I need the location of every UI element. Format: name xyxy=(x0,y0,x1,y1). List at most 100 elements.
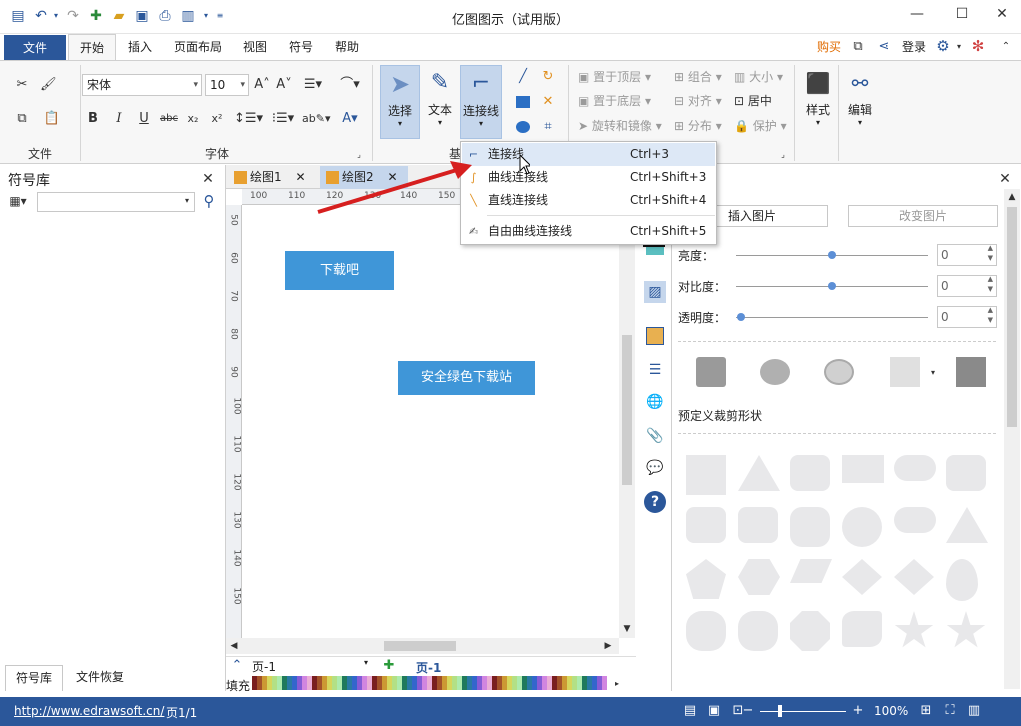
style-button[interactable]: ⬛ 样式 ▾ xyxy=(798,65,838,139)
arrange-dialog-launcher-icon[interactable]: ⌟ xyxy=(778,147,788,163)
effect-dropdown-icon[interactable]: ▾ xyxy=(928,365,938,381)
crop-shape-triangle[interactable] xyxy=(738,455,780,491)
save-icon[interactable]: ▣ xyxy=(134,8,150,24)
app-icon[interactable]: ▤ xyxy=(10,8,26,24)
shape-safe-download-site[interactable]: 安全绿色下载站 xyxy=(398,361,535,395)
crop-shape-diamond[interactable] xyxy=(842,559,882,595)
crop-shape-square[interactable] xyxy=(686,455,726,495)
zoom-knob[interactable] xyxy=(778,705,782,717)
select-button[interactable]: ➤ 选择 ▾ xyxy=(380,65,420,139)
crop-shape-triangle[interactable] xyxy=(946,507,988,543)
crop-shape-rounded[interactable] xyxy=(946,455,986,491)
search-dropdown-icon[interactable]: ▾ xyxy=(182,193,192,209)
shape-xiazaiba[interactable]: 下载吧 xyxy=(285,251,394,290)
color-palette[interactable] xyxy=(252,676,607,690)
cross-tool-icon[interactable]: ✕ xyxy=(540,94,556,110)
tab-page-layout[interactable]: 页面布局 xyxy=(168,34,228,60)
page-icon[interactable]: ☰ xyxy=(644,359,666,381)
page-select[interactable]: 页-1 ▾ xyxy=(252,658,370,676)
crop-shape-ellipse[interactable] xyxy=(894,507,936,533)
scroll-right-icon[interactable]: ▶ xyxy=(602,638,614,654)
help-icon[interactable]: ? xyxy=(644,491,666,513)
spin-arrows-icon[interactable]: ▲ ▼ xyxy=(988,274,993,294)
crop-shape-pentagon[interactable] xyxy=(686,559,726,599)
ellipse-tool-icon[interactable] xyxy=(516,121,530,133)
crop-shape-star[interactable] xyxy=(894,611,934,648)
format-painter-icon[interactable]: 🖌 xyxy=(40,77,57,93)
maximize-button[interactable]: ☐ xyxy=(947,6,977,26)
crop-shape-rounded[interactable] xyxy=(738,507,778,543)
scroll-down-icon[interactable]: ▼ xyxy=(619,621,635,637)
image-effect-4-icon[interactable] xyxy=(890,357,920,387)
image-effect-5-icon[interactable] xyxy=(956,357,986,387)
fit-width-icon[interactable]: ▣ xyxy=(706,703,722,719)
copy-icon[interactable]: ⧉ xyxy=(14,111,30,127)
crop-shape-rounded[interactable] xyxy=(686,507,726,543)
line-spacing-icon[interactable]: ↕☰▾ xyxy=(234,111,263,127)
close-icon[interactable]: ✕ xyxy=(295,170,305,184)
bring-to-front-button[interactable]: ▣ 置于顶层 ▾ xyxy=(578,69,668,85)
share-icon[interactable]: ⋖ xyxy=(876,39,892,55)
crop-shape-rounded[interactable] xyxy=(790,455,830,491)
crop-shape-pill[interactable] xyxy=(894,455,936,481)
brightness-knob[interactable] xyxy=(828,251,836,259)
protect-button[interactable]: 🔒 保护 ▾ xyxy=(734,118,790,134)
collapse-ribbon-icon[interactable]: ⌃ xyxy=(998,39,1014,55)
scroll-left-icon[interactable]: ◀ xyxy=(228,638,240,654)
crop-tool-icon[interactable]: ⌗ xyxy=(540,119,556,135)
scrollbar-thumb[interactable] xyxy=(622,335,632,485)
doc-tab-1[interactable]: 绘图1 ✕ xyxy=(228,166,316,189)
strikethrough-icon[interactable]: abc xyxy=(160,111,178,127)
connector-button[interactable]: ⌐ 连接线 ▾ xyxy=(460,65,502,139)
vertical-scrollbar[interactable]: ▼ xyxy=(619,205,635,638)
fullscreen-icon[interactable]: ⛶ xyxy=(942,703,958,719)
crop-shape-rect[interactable] xyxy=(842,455,884,483)
page-tab[interactable]: 页-1 xyxy=(416,659,441,676)
search-icon[interactable]: ⚲ xyxy=(200,193,218,209)
print-icon[interactable]: ⎙ xyxy=(157,8,173,24)
tab-help[interactable]: 帮助 xyxy=(328,34,366,60)
align-icon[interactable]: ☰▾ xyxy=(302,77,324,93)
line-tool-icon[interactable]: ╱ xyxy=(515,69,531,85)
font-name-combo[interactable]: 宋体 ▾ xyxy=(82,74,202,96)
attachment-icon[interactable]: 📎 xyxy=(644,425,666,447)
spin-arrows-icon[interactable]: ▲ ▼ xyxy=(988,305,993,325)
collapse-icon[interactable]: ⌃ xyxy=(230,658,244,674)
crop-shape-hexagon[interactable] xyxy=(738,559,780,595)
transparency-knob[interactable] xyxy=(737,313,745,321)
zoom-in-icon[interactable]: + xyxy=(852,703,864,719)
panel-scrollbar[interactable]: ▲ xyxy=(1004,189,1020,689)
crop-shape-flower[interactable] xyxy=(686,611,726,651)
crop-shape-diamond[interactable] xyxy=(894,559,934,595)
shrink-font-icon[interactable]: A˅ xyxy=(276,77,292,93)
scrollbar-thumb[interactable] xyxy=(384,641,456,651)
change-image-button[interactable]: 改变图片 xyxy=(848,205,998,227)
login-link[interactable]: 登录 xyxy=(898,34,930,60)
crop-shape-wave[interactable] xyxy=(842,611,882,647)
group-button[interactable]: ⊞ 组合 ▾ xyxy=(674,69,730,85)
color-swatch[interactable] xyxy=(602,676,607,690)
new-icon[interactable]: ✚ xyxy=(88,8,104,24)
palette-more-icon[interactable]: ▸ xyxy=(612,676,622,692)
italic-icon[interactable]: I xyxy=(112,111,126,127)
crop-shape-flower[interactable] xyxy=(738,611,778,651)
settings-dropdown-icon[interactable]: ▾ xyxy=(954,39,964,55)
image-effect-1-icon[interactable] xyxy=(696,357,726,387)
library-icon[interactable]: ▦▾ xyxy=(6,193,30,209)
zoom-out-icon[interactable]: − xyxy=(742,703,754,719)
spin-arrows-icon[interactable]: ▲ ▼ xyxy=(988,243,993,263)
tab-view[interactable]: 视图 xyxy=(236,34,274,60)
cut-icon[interactable]: ✂ xyxy=(14,77,30,93)
share-screen-icon[interactable]: ⧉ xyxy=(850,39,866,55)
superscript-icon[interactable]: x² xyxy=(210,111,224,127)
bold-icon[interactable]: B xyxy=(86,111,100,127)
tab-symbol[interactable]: 符号 xyxy=(282,34,320,60)
shadow-icon[interactable] xyxy=(646,327,664,345)
file-menu[interactable]: 文件 xyxy=(4,35,66,60)
tab-file-recovery[interactable]: 文件恢复 xyxy=(68,665,132,691)
close-icon[interactable]: ✕ xyxy=(997,171,1013,187)
subscript-icon[interactable]: x₂ xyxy=(186,111,200,127)
more-icon[interactable]: ≡ xyxy=(212,8,228,24)
comment-icon[interactable]: 💬 xyxy=(644,457,666,479)
image-icon[interactable]: ▨ xyxy=(644,281,666,303)
